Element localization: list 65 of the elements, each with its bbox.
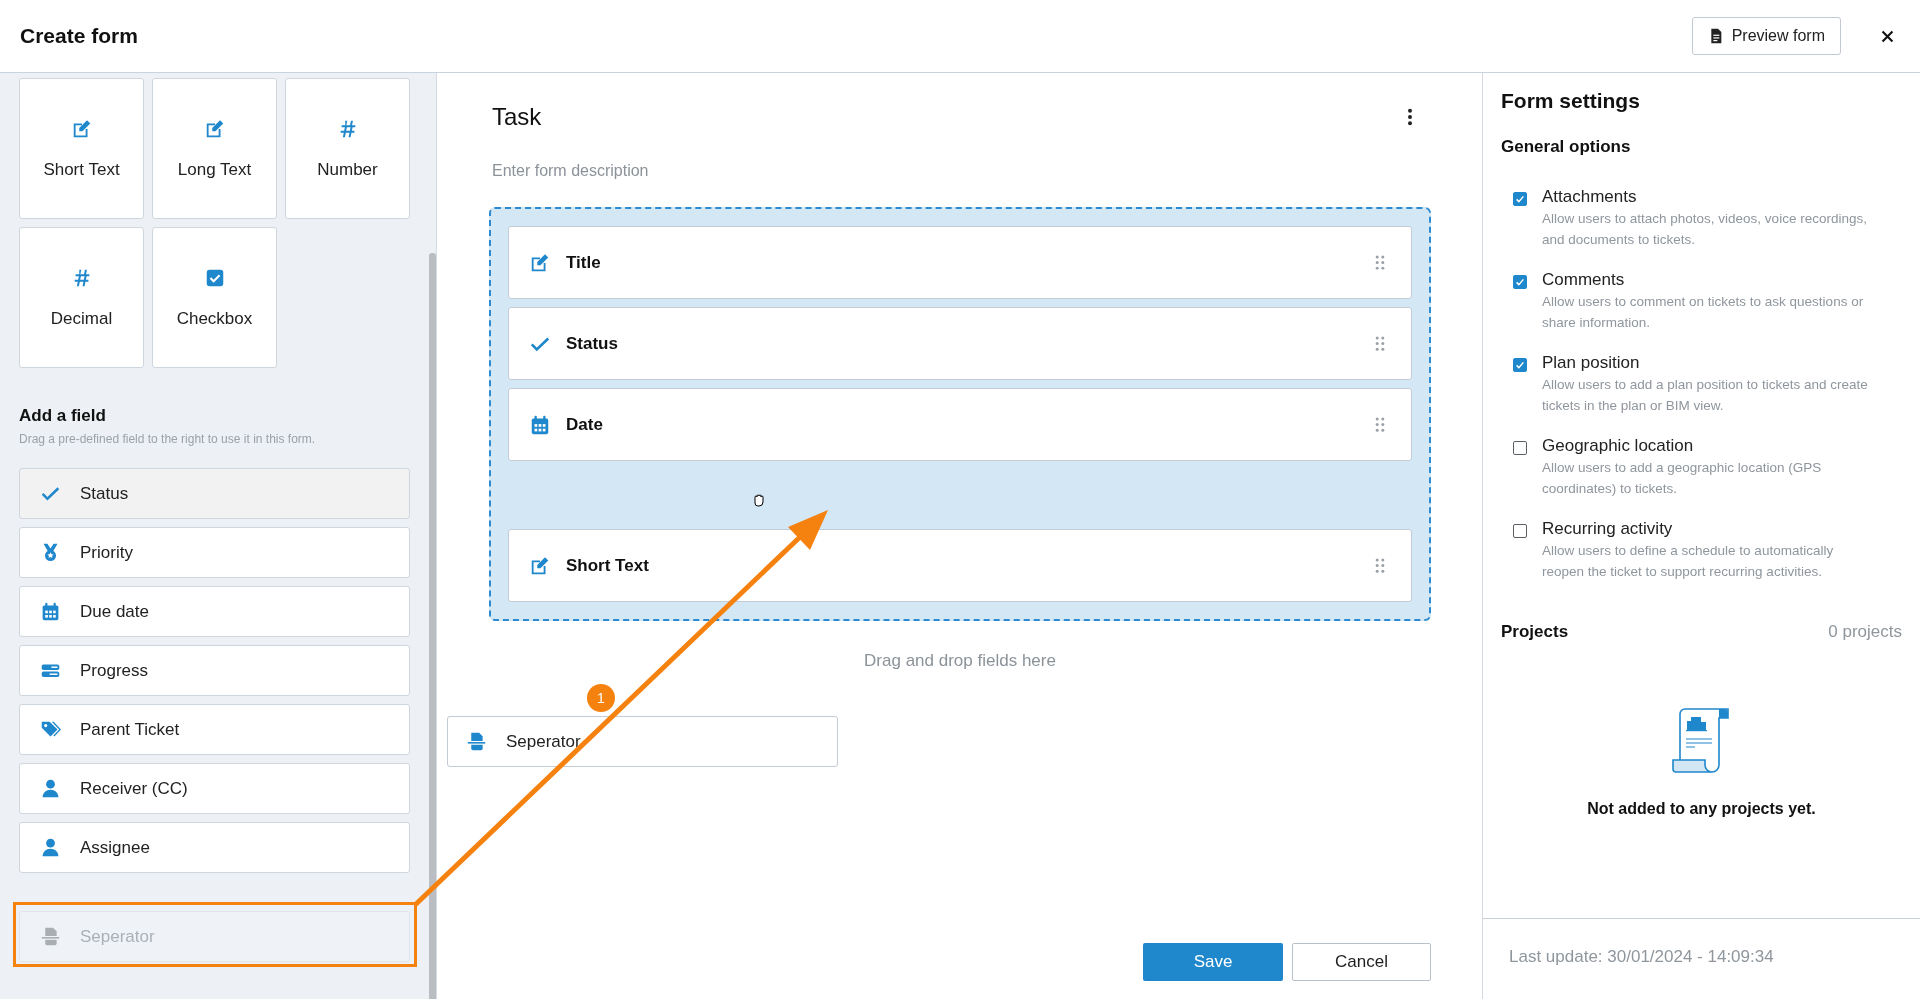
field-list-item[interactable]: Parent Ticket <box>19 704 410 755</box>
save-button[interactable]: Save <box>1143 943 1283 981</box>
cancel-button[interactable]: Cancel <box>1292 943 1431 981</box>
field-list-item[interactable]: Status <box>19 468 410 519</box>
person-icon <box>40 837 61 858</box>
field-list-item[interactable]: Progress <box>19 645 410 696</box>
checkbox[interactable] <box>1513 358 1527 372</box>
document-divider-icon <box>40 926 61 947</box>
section-title: General options <box>1501 137 1632 157</box>
option-description: Allow users to define a schedule to automatically reopen the ticket to support recurring activities. <box>1542 542 1835 581</box>
last-update-text: Last update: 30/01/2024 - 14:09:34 <box>1483 918 1920 999</box>
empty-state-message: Not added to any projects yet. <box>1587 800 1816 818</box>
field-type-tile[interactable]: Number <box>285 78 410 219</box>
option-label[interactable]: Recurring activity <box>1542 519 1877 539</box>
field-type-tile[interactable]: Long Text <box>152 78 277 219</box>
field-type-tile[interactable]: Decimal <box>19 227 144 368</box>
drag-handle-icon[interactable] <box>1375 558 1385 573</box>
drag-handle-icon[interactable] <box>1375 336 1385 351</box>
scroll-drawing <box>1671 708 1732 774</box>
field-list-item[interactable]: Priority <box>19 527 410 578</box>
checkbox[interactable] <box>1513 275 1527 289</box>
option-description: Allow users to add a plan position to tickets and create tickets in the plan or BIM view. <box>1542 376 1869 415</box>
field-type-tile[interactable]: Checkbox <box>152 227 277 368</box>
option-description: Allow users to add a geographic location (GPS coordinates) to tickets. <box>1542 459 1823 498</box>
drag-handle-icon[interactable] <box>1375 255 1385 270</box>
option-label[interactable]: Comments <box>1542 270 1877 290</box>
option-description: Allow users to comment on tickets to ask questions or share information. <box>1542 293 1865 332</box>
option-description: Allow users to attach photos, videos, voice recordings, and documents to tickets. <box>1542 210 1868 249</box>
form-field-card[interactable]: Date <box>508 388 1412 461</box>
option-label[interactable]: Geographic location <box>1542 436 1877 456</box>
checkbox[interactable] <box>1513 192 1527 206</box>
calendar-icon <box>40 601 61 622</box>
option-label[interactable]: Attachments <box>1542 187 1877 207</box>
preview-form-button[interactable]: Preview form <box>1691 17 1841 55</box>
section-hint: Drag a pre-defined field to the right to use it in this form. <box>19 432 317 446</box>
section-title: Add a field <box>19 406 107 426</box>
description-field[interactable]: Enter form description <box>489 159 1431 183</box>
project-count: 0 projects <box>1828 622 1902 642</box>
step-badge: 1 <box>587 684 615 712</box>
field-type-tile[interactable]: Short Text <box>19 78 144 219</box>
form-field-card[interactable]: Status <box>508 307 1412 380</box>
drop-hint: Drag and drop fields here <box>863 651 1057 671</box>
form-title[interactable]: Task <box>492 103 542 131</box>
checkmark-icon <box>1514 359 1526 371</box>
checkmark-icon <box>1514 193 1526 205</box>
person-icon <box>40 778 61 799</box>
hand-cursor-icon <box>751 492 767 508</box>
form-field-card[interactable]: Title <box>508 226 1412 299</box>
scrollbar[interactable] <box>429 253 436 999</box>
checkbox[interactable] <box>1513 441 1527 455</box>
more-icon[interactable] <box>1407 108 1413 126</box>
checkmark-icon <box>1514 276 1526 288</box>
drag-handle-icon[interactable] <box>1375 417 1385 432</box>
panel-title: Form settings <box>1501 89 1641 113</box>
field-list-item[interactable]: Due date <box>19 586 410 637</box>
field-list-item[interactable]: Receiver (CC) <box>19 763 410 814</box>
section-title: Projects <box>1501 622 1569 642</box>
form-field-card[interactable]: Short Text <box>508 529 1412 602</box>
dialog-title: Create form <box>20 24 138 48</box>
calendar-icon <box>529 413 551 436</box>
dragged-field-card[interactable]: Seperator <box>447 716 838 767</box>
checkbox[interactable] <box>1513 524 1527 538</box>
field-list-item[interactable]: Assignee <box>19 822 410 873</box>
option-label[interactable]: Plan position <box>1542 353 1877 373</box>
document-divider-icon <box>466 731 487 752</box>
